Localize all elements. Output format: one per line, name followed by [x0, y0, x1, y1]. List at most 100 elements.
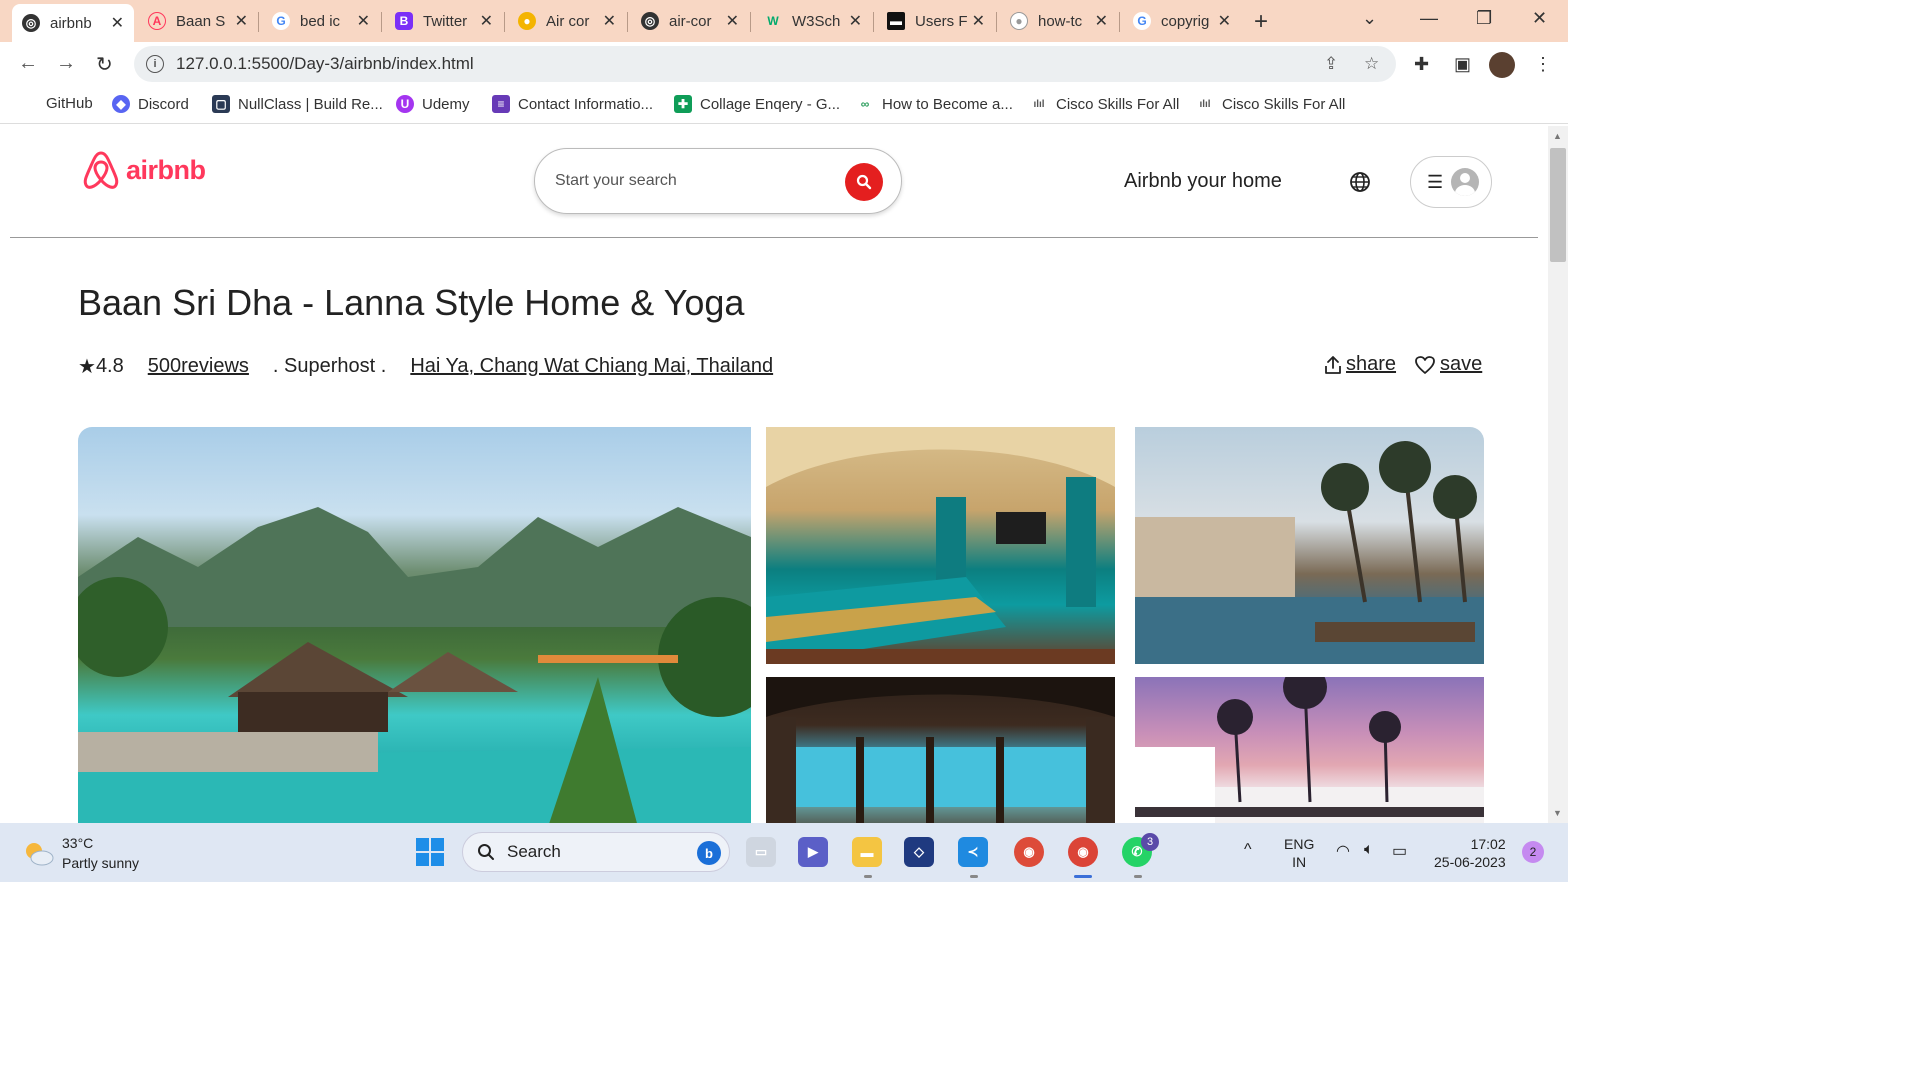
share-label: share — [1346, 353, 1397, 375]
bookmark-discord[interactable]: ◆ Discord — [112, 95, 189, 113]
bookmark-cisco-1[interactable]: ılıl Cisco Skills For All — [1030, 95, 1179, 113]
bedroom-scene — [766, 427, 1115, 664]
palm-pool-photo[interactable] — [1135, 427, 1484, 664]
airbnb-logo[interactable]: airbnb — [82, 150, 206, 190]
globe-icon[interactable] — [1349, 171, 1371, 193]
tab-w3schools[interactable]: W W3Sch ✕ — [754, 5, 872, 37]
profile-avatar[interactable] — [1489, 52, 1515, 78]
share-button[interactable]: share — [1324, 353, 1396, 376]
close-icon[interactable]: ✕ — [480, 11, 493, 31]
chevron-up-icon[interactable]: ^ — [1244, 841, 1252, 859]
bookmark-collage-enqery[interactable]: ✚ Collage Enqery - G... — [674, 95, 840, 113]
close-icon[interactable]: ✕ — [1095, 11, 1108, 31]
globe-icon: ◎ — [641, 12, 659, 30]
info-icon[interactable]: i — [146, 55, 164, 73]
vscode-icon[interactable]: ≺ — [958, 837, 988, 867]
task-view-icon[interactable]: ▭ — [746, 837, 776, 867]
scrollbar-thumb[interactable] — [1550, 148, 1566, 262]
bedroom-photo[interactable] — [766, 427, 1115, 664]
address-bar[interactable]: i 127.0.0.1:5500/Day-3/airbnb/index.html… — [134, 46, 1396, 82]
close-icon[interactable]: ✕ — [726, 11, 739, 31]
virtualbox-icon[interactable]: ◇ — [904, 837, 934, 867]
tab-airbnb[interactable]: ◎ airbnb ✕ — [12, 4, 134, 42]
wifi-icon[interactable]: ◠ — [1336, 841, 1350, 861]
close-icon[interactable]: ✕ — [235, 11, 248, 31]
more-menu-icon[interactable]: ⋮ — [1534, 54, 1552, 75]
notification-count-badge[interactable]: 2 — [1522, 841, 1544, 863]
chrome-profile-icon[interactable]: ◉ — [1068, 837, 1098, 867]
share-icon — [1325, 355, 1341, 374]
taskbar-search[interactable]: Search b — [462, 832, 730, 872]
tab-baan[interactable]: A Baan S ✕ — [138, 5, 258, 37]
bookmark-star-icon[interactable]: ☆ — [1364, 54, 1379, 74]
weather-condition: Partly sunny — [62, 855, 140, 871]
bookmark-github[interactable]: GitHub — [46, 95, 93, 112]
header-divider — [10, 237, 1538, 238]
user-menu-button[interactable]: ☰ — [1410, 156, 1492, 208]
back-arrow-icon[interactable]: ← — [18, 52, 38, 75]
clock[interactable]: 17:02 25-06-2023 — [1434, 835, 1506, 871]
tab-strip: ◎ airbnb ✕ A Baan S ✕ G bed ic ✕ B Twitt… — [0, 0, 1568, 42]
forward-arrow-icon[interactable]: → — [56, 52, 76, 75]
file-explorer-icon[interactable]: ▬ — [852, 837, 882, 867]
tab-label: how-tc — [1038, 12, 1083, 30]
tab-users[interactable]: ▬ Users F ✕ — [877, 5, 995, 37]
tab-twitter[interactable]: B Twitter ✕ — [385, 5, 503, 37]
bookmark-cisco-2[interactable]: ılıl Cisco Skills For All — [1196, 95, 1345, 113]
extensions-puzzle-icon[interactable]: ✚ — [1414, 54, 1429, 75]
tab-how-to[interactable]: ● how-tc ✕ — [1000, 5, 1118, 37]
bing-icon[interactable]: b — [697, 841, 721, 865]
bookmark-how-to-become[interactable]: ∞ How to Become a... — [856, 95, 1013, 113]
airbnb-your-home-link[interactable]: Airbnb your home — [1124, 170, 1282, 193]
save-button[interactable]: save — [1414, 353, 1482, 376]
search-icon — [856, 174, 872, 190]
close-icon[interactable]: ✕ — [111, 13, 124, 33]
weather-widget[interactable]: 33°C Partly sunny — [22, 833, 139, 873]
whatsapp-badge: 3 — [1141, 833, 1159, 851]
new-tab-plus-icon[interactable]: + — [1254, 8, 1268, 36]
close-icon[interactable]: ✕ — [849, 11, 862, 31]
bookmark-udemy[interactable]: U Udemy — [396, 95, 470, 113]
github-icon: ● — [1010, 12, 1028, 30]
close-icon[interactable]: ✕ — [357, 11, 370, 31]
tab-label: bed ic — [300, 12, 341, 30]
sunset-villa-photo[interactable] — [1135, 677, 1484, 823]
chevron-down-icon[interactable]: ⌄ — [1362, 8, 1377, 29]
close-icon[interactable]: ✕ — [1218, 11, 1231, 31]
search-bar[interactable]: Start your search — [534, 148, 902, 214]
beach-view-room-photo[interactable] — [766, 677, 1115, 823]
tab-air-cor[interactable]: ● Air cor ✕ — [508, 5, 626, 37]
language-indicator[interactable]: ENG IN — [1284, 835, 1314, 871]
reviews-link[interactable]: 500reviews — [148, 355, 249, 378]
share-page-icon[interactable]: ⇪ — [1324, 54, 1338, 74]
windows-start-icon[interactable] — [416, 838, 444, 866]
tab-copyright[interactable]: G copyrig ✕ — [1123, 5, 1241, 37]
minimize-icon[interactable]: — — [1420, 8, 1438, 29]
restore-icon[interactable]: ❐ — [1476, 8, 1492, 29]
chrome-icon[interactable]: ◉ — [1014, 837, 1044, 867]
close-window-icon[interactable]: ✕ — [1532, 8, 1547, 29]
bookmark-nullclass[interactable]: ▢ NullClass | Build Re... — [212, 95, 383, 113]
date: 25-06-2023 — [1434, 854, 1506, 870]
tab-label: Twitter — [423, 12, 468, 30]
tab-bed-icon[interactable]: G bed ic ✕ — [262, 5, 380, 37]
scroll-up-arrow-icon[interactable]: ▲ — [1553, 131, 1562, 141]
close-icon[interactable]: ✕ — [972, 11, 985, 31]
location-link[interactable]: Hai Ya, Chang Wat Chiang Mai, Thailand — [410, 355, 773, 378]
side-panel-icon[interactable]: ▣ — [1454, 54, 1471, 75]
close-icon[interactable]: ✕ — [603, 11, 616, 31]
pool-resort-photo[interactable] — [78, 427, 751, 823]
tab-air-cor-2[interactable]: ◎ air-cor ✕ — [631, 5, 749, 37]
search-button[interactable] — [845, 163, 883, 201]
reload-icon[interactable]: ↻ — [96, 52, 113, 77]
bookmark-label: Udemy — [422, 95, 470, 113]
teams-meet-icon[interactable]: ▶ — [798, 837, 828, 867]
bookmark-contact-information[interactable]: ≡ Contact Informatio... — [492, 95, 653, 113]
volume-icon[interactable]: 🔈︎ — [1364, 841, 1374, 859]
scroll-down-arrow-icon[interactable]: ▼ — [1553, 808, 1562, 818]
battery-icon[interactable]: ▭ — [1392, 841, 1407, 861]
page-scrollbar[interactable]: ▲ ▼ — [1548, 126, 1568, 823]
rating-value: 4.8 — [95, 355, 124, 377]
bootstrap-icon: B — [395, 12, 413, 30]
language-code: ENG — [1284, 836, 1315, 852]
